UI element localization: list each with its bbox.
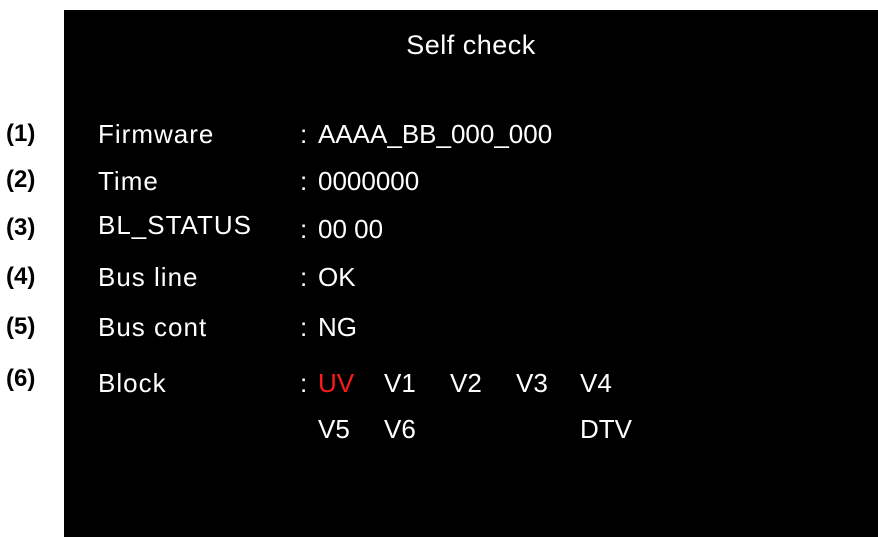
block-uv: UV [318,368,355,398]
block-v3: V3 [516,368,548,398]
block-dtv: DTV [580,414,632,444]
row-value: NG [318,312,357,342]
block-v4: V4 [580,368,612,398]
row-colon: : [300,214,308,244]
block-v1: V1 [384,368,416,398]
block-v5: V5 [318,414,350,444]
callout-5: (5) [6,313,36,340]
row-value: AAAA_BB_000_000 [318,119,553,149]
row-value: 0000000 [318,166,420,196]
row-value: OK [318,262,356,292]
row-label: Firmware [98,119,215,149]
screen-title: Self check [406,30,536,60]
callout-column: (1) (2) (3) (4) (5) (6) [0,0,64,537]
row-colon: : [300,262,308,292]
row-label: BL_STATUS [98,210,252,240]
row-colon: : [300,166,308,196]
callout-2: (2) [6,166,36,193]
self-check-figure: (1) (2) (3) (4) (5) (6) Self check Firmw… [0,0,878,537]
block-v6: V6 [384,414,416,444]
self-check-screen: Self check Firmware : AAAA_BB_000_000 Ti… [64,10,878,537]
row-label: Bus cont [98,312,208,342]
callout-4: (4) [6,263,36,290]
callout-6: (6) [6,365,36,392]
row-label: Time [98,166,159,196]
block-status-grid: UV V1 V2 V3 V4 V5 V6 DTV [318,366,678,446]
row-label: Bus line [98,262,199,292]
block-v2: V2 [450,368,482,398]
row-label: Block [98,368,167,398]
row-colon: : [300,368,308,398]
row-colon: : [300,119,308,149]
row-value: 00 00 [318,214,384,244]
callout-1: (1) [6,120,36,147]
row-colon: : [300,312,308,342]
callout-3: (3) [6,214,36,241]
